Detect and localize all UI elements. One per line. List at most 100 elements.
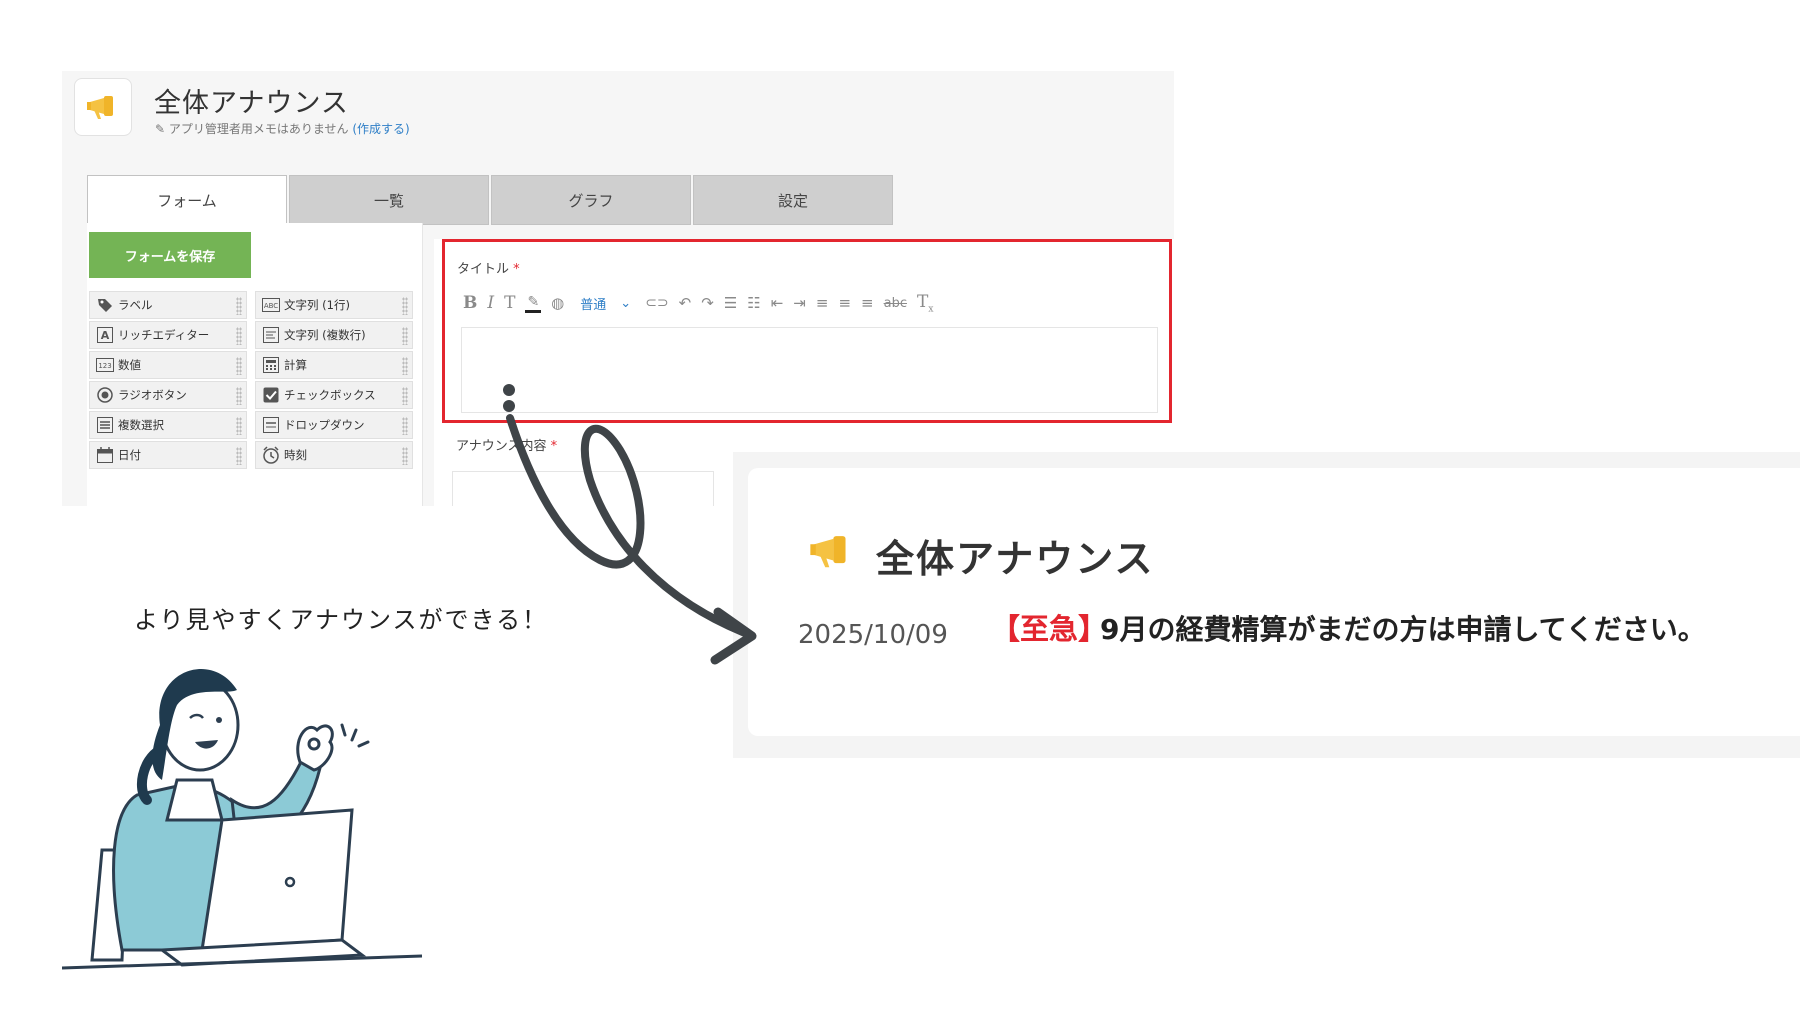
- memo-create-link[interactable]: (作成する): [352, 122, 409, 136]
- numbered-list-icon[interactable]: ☷: [747, 294, 760, 312]
- palette-item-time[interactable]: 時刻: [255, 441, 413, 469]
- multiline-icon: [258, 327, 284, 343]
- palette-item-text: 複数選択: [118, 418, 164, 432]
- tab-form[interactable]: フォーム: [87, 175, 287, 225]
- announcement-date: 2025/10/09: [798, 620, 948, 650]
- announcement-result-card: 全体アナウンス 2025/10/09 【至急】 9月の経費精算がまだの方は申請し…: [748, 468, 1800, 736]
- title-field-highlight[interactable]: タイトル * B I T ✎ ◍ 普通 ⌄ ⊂⊃ ↶ ↷ ☰ ☷ ⇤ ⇥ ≡ ≡…: [442, 239, 1172, 423]
- title-label-text: タイトル: [457, 262, 510, 277]
- palette-item-text: 文字列 (1行): [284, 298, 350, 312]
- link-icon[interactable]: ⊂⊃: [645, 295, 668, 311]
- app-icon: [74, 78, 132, 136]
- palette-item-text: ドロップダウン: [284, 418, 365, 432]
- palette-item-text: ラベル: [118, 298, 153, 312]
- tab-settings[interactable]: 設定: [693, 175, 893, 225]
- drag-handle[interactable]: [236, 447, 242, 465]
- outdent-icon[interactable]: ⇤: [771, 294, 784, 312]
- title-field-label: タイトル *: [457, 258, 520, 277]
- multi-select-icon: [92, 417, 118, 433]
- calculator-icon: [258, 357, 284, 373]
- drag-handle[interactable]: [236, 297, 242, 315]
- palette-item-text: 文字列 (複数行): [284, 328, 366, 342]
- tab-list[interactable]: 一覧: [289, 175, 489, 225]
- bold-icon[interactable]: B: [463, 293, 477, 313]
- drag-handle[interactable]: [402, 417, 408, 435]
- required-mark: *: [550, 439, 558, 454]
- chevron-down-icon[interactable]: ⌄: [620, 296, 631, 311]
- field-palette-panel: フォームを保存 ラベル ABC 文字列 (1行) A リッチエディター 文字列 …: [87, 223, 423, 506]
- font-size-select[interactable]: 普通: [580, 294, 606, 313]
- palette-item-dropdown[interactable]: ドロップダウン: [255, 411, 413, 439]
- content-field-label: アナウンス内容 *: [456, 435, 557, 454]
- drag-handle[interactable]: [402, 357, 408, 375]
- rich-editor-icon: A: [92, 327, 118, 343]
- memo-icon: ✎: [155, 122, 169, 136]
- palette-item-single-line-text[interactable]: ABC 文字列 (1行): [255, 291, 413, 319]
- palette-item-calculation[interactable]: 計算: [255, 351, 413, 379]
- svg-text:ABC: ABC: [264, 302, 278, 310]
- rich-editor-toolbar: B I T ✎ ◍ 普通 ⌄ ⊂⊃ ↶ ↷ ☰ ☷ ⇤ ⇥ ≡ ≡ ≡ abc …: [463, 292, 943, 314]
- megaphone-icon: [87, 96, 113, 119]
- save-form-button[interactable]: フォームを保存: [89, 232, 251, 278]
- strikethrough-icon[interactable]: abc: [884, 296, 907, 311]
- abc-icon: ABC: [258, 298, 284, 312]
- dropdown-icon: [258, 417, 284, 433]
- drag-handle[interactable]: [236, 327, 242, 345]
- person-with-laptop-illustration: [62, 668, 423, 970]
- palette-item-number[interactable]: 123 数値: [89, 351, 247, 379]
- palette-item-multi-line-text[interactable]: 文字列 (複数行): [255, 321, 413, 349]
- palette-item-label[interactable]: ラベル: [89, 291, 247, 319]
- drag-handle[interactable]: [402, 297, 408, 315]
- palette-item-text: ラジオボタン: [118, 388, 187, 402]
- palette-item-checkbox[interactable]: チェックボックス: [255, 381, 413, 409]
- content-label-text: アナウンス内容: [456, 439, 547, 454]
- font-size-icon[interactable]: T: [504, 293, 515, 313]
- drag-handle[interactable]: [402, 327, 408, 345]
- bullet-list-icon[interactable]: ☰: [724, 294, 737, 312]
- palette-item-text: 計算: [284, 358, 307, 372]
- palette-item-text: 時刻: [284, 448, 307, 462]
- drag-handle[interactable]: [236, 357, 242, 375]
- indent-icon[interactable]: ⇥: [793, 294, 806, 312]
- text-color-icon[interactable]: ✎: [525, 294, 542, 313]
- palette-item-date[interactable]: 日付: [89, 441, 247, 469]
- tag-icon: [92, 297, 118, 313]
- drag-handle[interactable]: [402, 387, 408, 405]
- palette-item-text: 数値: [118, 358, 141, 372]
- palette-item-text: 日付: [118, 448, 141, 462]
- required-mark: *: [513, 262, 520, 277]
- svg-text:A: A: [101, 329, 110, 342]
- number-icon: 123: [92, 358, 118, 372]
- clear-format-icon[interactable]: Tx: [917, 292, 933, 314]
- content-rich-editor[interactable]: [452, 471, 714, 506]
- title-rich-editor[interactable]: [461, 327, 1158, 413]
- urgent-tag: 【至急】: [991, 612, 1108, 646]
- redo-icon[interactable]: ↷: [701, 294, 714, 312]
- app-memo: ✎ アプリ管理者用メモはありません (作成する): [155, 120, 410, 137]
- palette-item-rich-editor[interactable]: A リッチエディター: [89, 321, 247, 349]
- palette-item-text: リッチエディター: [118, 328, 210, 342]
- align-center-icon[interactable]: ≡: [838, 294, 851, 312]
- calendar-icon: [92, 447, 118, 463]
- megaphone-icon: [810, 536, 846, 568]
- radio-icon: [92, 387, 118, 403]
- drag-handle[interactable]: [236, 417, 242, 435]
- drag-handle[interactable]: [402, 447, 408, 465]
- memo-text: アプリ管理者用メモはありません: [168, 122, 349, 136]
- tab-bar: フォーム 一覧 グラフ 設定: [87, 175, 895, 225]
- background-color-icon[interactable]: ◍: [551, 294, 564, 312]
- app-title: 全体アナウンス: [154, 88, 349, 119]
- italic-icon[interactable]: I: [487, 293, 494, 313]
- form-builder-screenshot: 全体アナウンス ✎ アプリ管理者用メモはありません (作成する) フォーム 一覧…: [62, 71, 1174, 506]
- palette-item-multi-select[interactable]: 複数選択: [89, 411, 247, 439]
- align-left-icon[interactable]: ≡: [816, 294, 829, 312]
- caption-text: より見やすくアナウンスができる！: [134, 606, 549, 634]
- tab-graph[interactable]: グラフ: [491, 175, 691, 225]
- align-right-icon[interactable]: ≡: [861, 294, 874, 312]
- drag-handle[interactable]: [236, 387, 242, 405]
- undo-icon[interactable]: ↶: [679, 294, 692, 312]
- palette-item-radio-button[interactable]: ラジオボタン: [89, 381, 247, 409]
- clock-icon: [258, 446, 284, 464]
- palette-item-text: チェックボックス: [284, 388, 376, 402]
- checkbox-icon: [258, 387, 284, 403]
